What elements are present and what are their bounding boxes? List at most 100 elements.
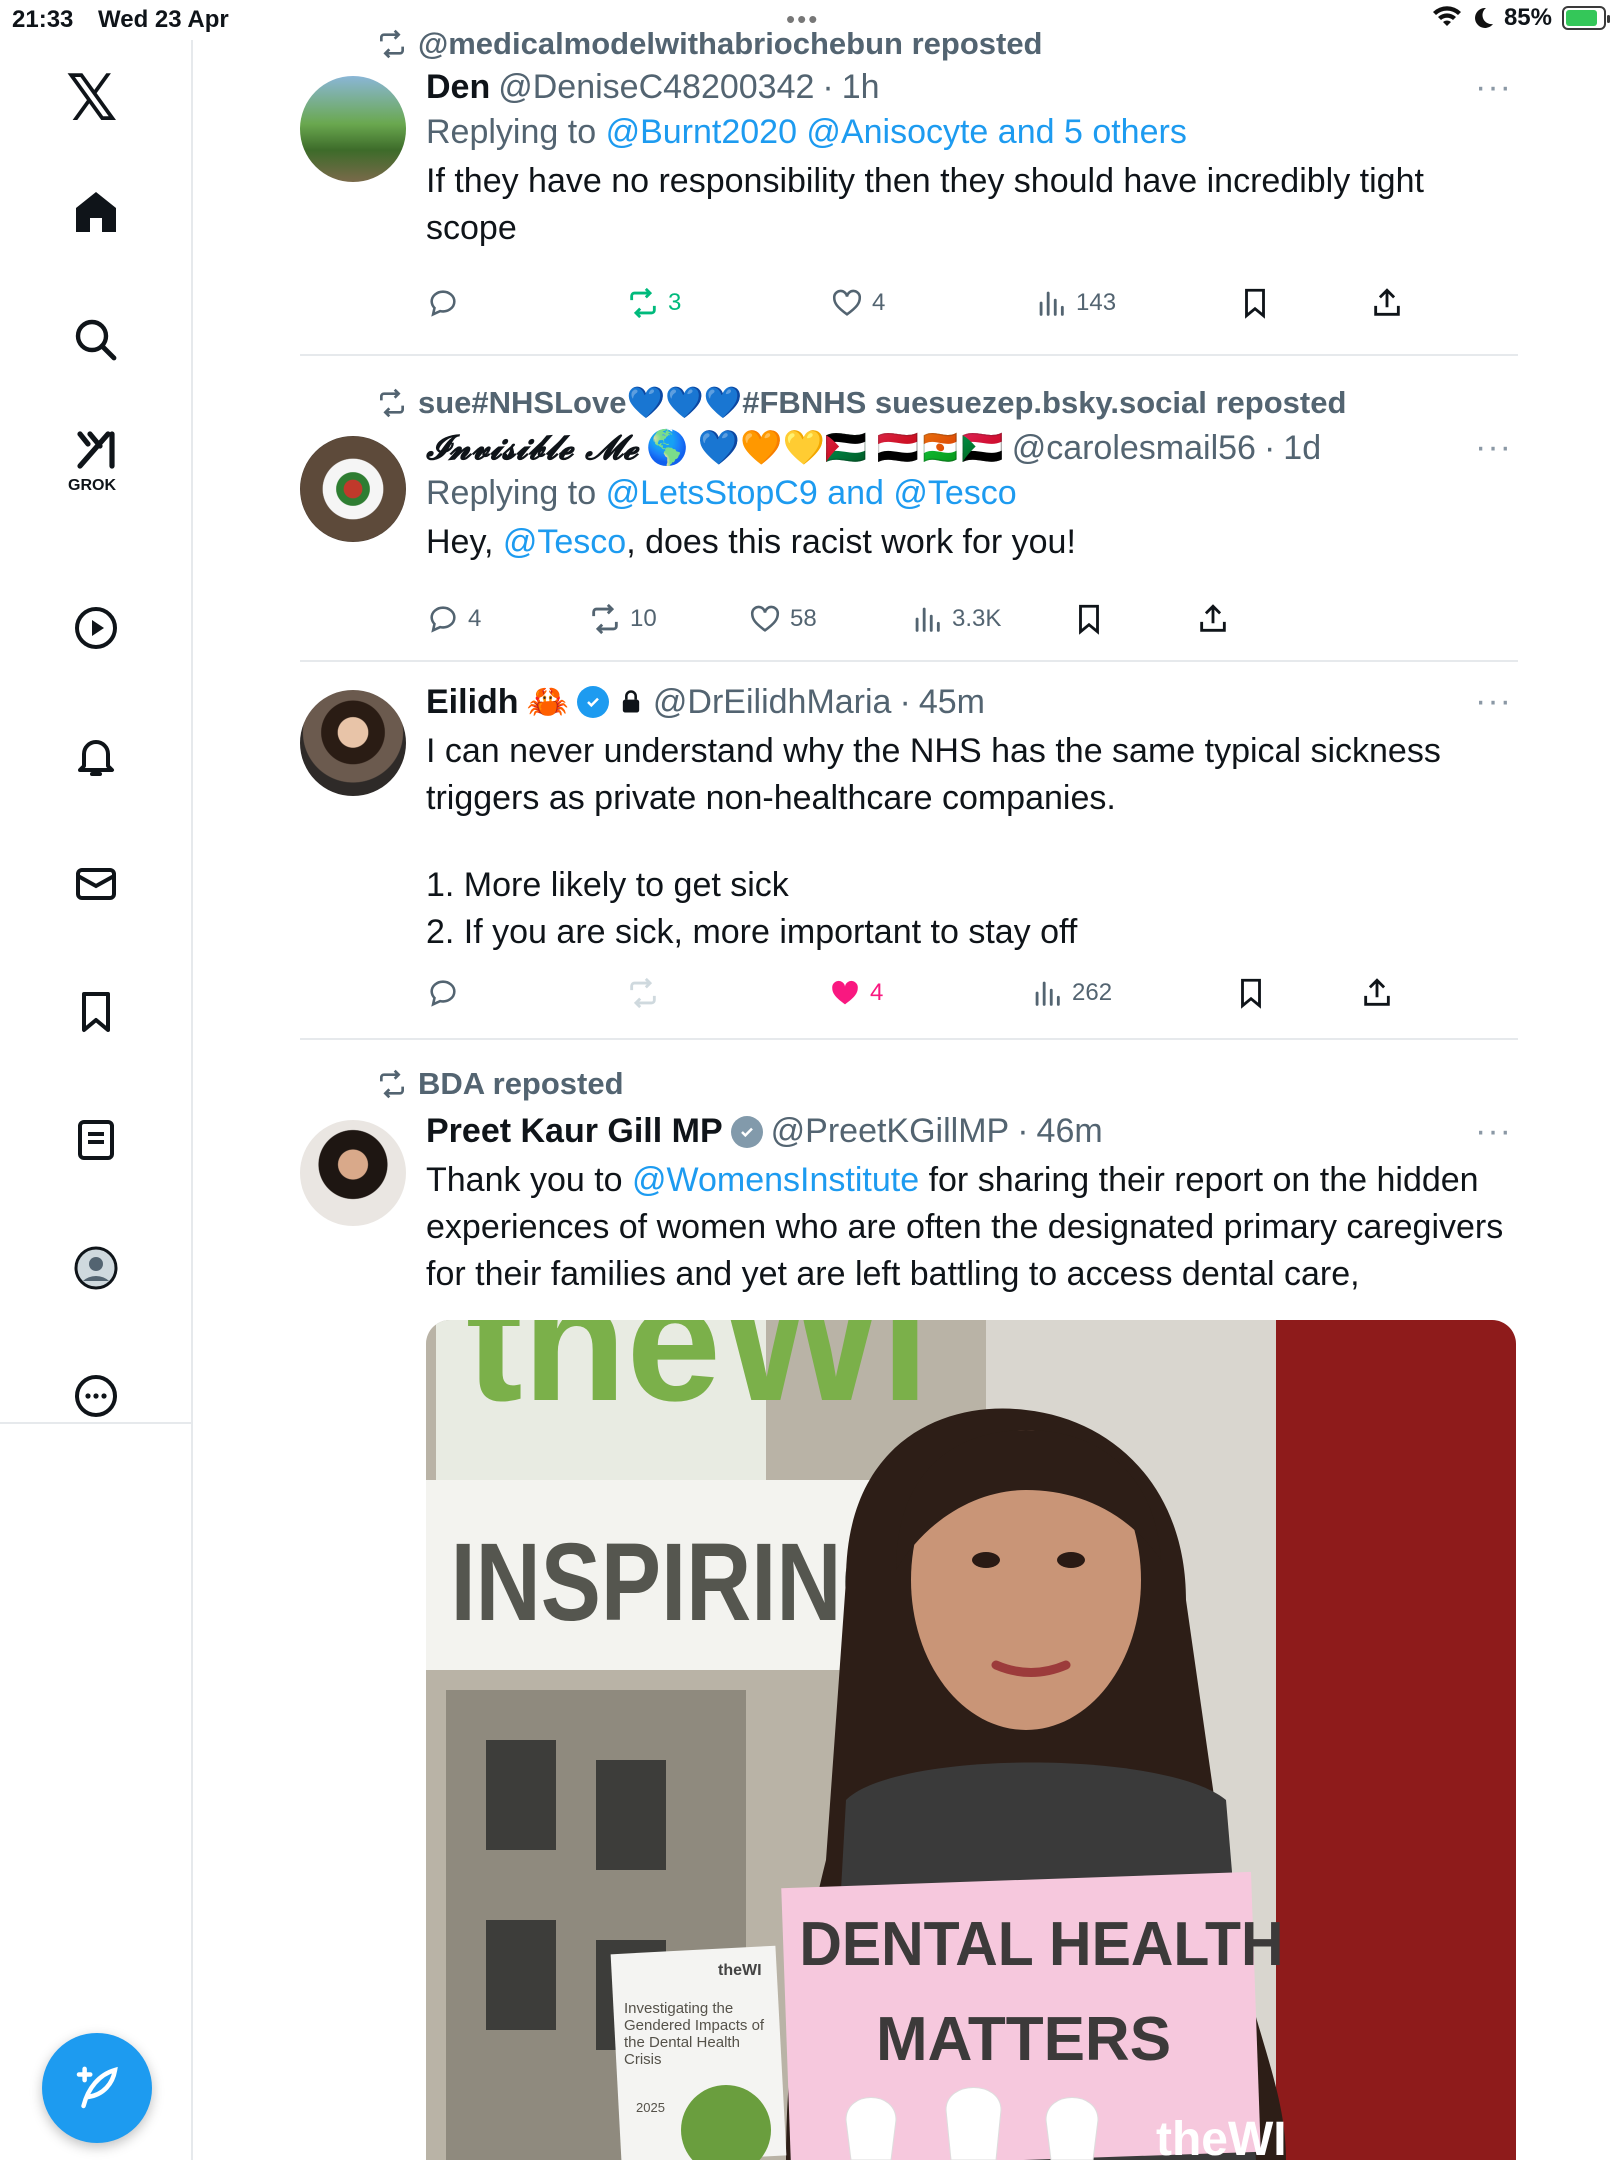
tweet-actions: 4 262 [426, 976, 1516, 1016]
repost-button[interactable]: 10 [588, 602, 657, 636]
avatar[interactable] [300, 1120, 406, 1226]
repost-button[interactable]: 3 [626, 286, 681, 320]
author-name[interactable]: Preet Kaur Gill MP [426, 1112, 723, 1151]
tweet-time[interactable]: 46m [1037, 1112, 1103, 1151]
author-name-emoji: 🦀 [526, 683, 569, 721]
media-photo: theWI INSPIRING W theWI Investigating th… [426, 1320, 1516, 2160]
list-icon[interactable] [66, 1110, 126, 1170]
search-icon[interactable] [66, 310, 126, 370]
mail-icon[interactable] [66, 854, 126, 914]
like-button[interactable]: 58 [748, 602, 817, 636]
x-logo[interactable]: 𝕏 [66, 62, 118, 136]
grok-icon[interactable] [66, 420, 126, 480]
reply-prefix: Replying to [426, 474, 597, 512]
avatar[interactable] [300, 690, 406, 796]
mention-link[interactable]: @WomensInstitute [632, 1161, 919, 1199]
author-name[interactable]: Den [426, 68, 490, 107]
share-button[interactable] [1360, 976, 1394, 1010]
tweet-time[interactable]: 45m [919, 683, 985, 722]
tweet-divider [300, 660, 1518, 662]
separator: · [899, 682, 911, 721]
author-name[interactable]: Eilidh [426, 683, 519, 722]
share-icon [1374, 288, 1400, 316]
tweet-time[interactable]: 1h [842, 68, 880, 107]
repost-icon [630, 287, 656, 319]
reply-to-link[interactable]: @LetsStopC9 and @Tesco [606, 474, 1017, 512]
heart-filled-icon [832, 980, 858, 1005]
repost-icon [380, 29, 404, 59]
repost-by-text[interactable]: sue#NHSLove💙💙💙#FBNHS suesuezep.bsky.soci… [418, 384, 1346, 421]
bookmark-icon[interactable] [66, 982, 126, 1042]
tweet-actions: 3 4 143 [426, 286, 1516, 326]
more-options-icon[interactable]: ··· [1475, 68, 1512, 107]
share-button[interactable] [1196, 602, 1230, 636]
tweet-text: I can never understand why the NHS has t… [426, 728, 1516, 956]
sign-brand: theWI [1156, 2113, 1287, 2160]
share-button[interactable] [1370, 286, 1404, 320]
lock-icon [622, 690, 640, 713]
reply-to-link[interactable]: @Burnt2020 @Anisocyte and 5 others [606, 113, 1187, 151]
reply-button[interactable] [426, 286, 468, 320]
reply-prefix: Replying to [426, 113, 597, 151]
author-handle[interactable]: @DrEilidhMaria [653, 683, 892, 722]
repost-button [626, 976, 668, 1010]
bell-icon[interactable] [66, 726, 126, 786]
moon-icon [1474, 7, 1493, 28]
more-circle-icon[interactable] [66, 1366, 126, 1426]
views-chart-icon [1035, 981, 1060, 1006]
repost-by-text[interactable]: @medicalmodelwithabriochebun reposted [418, 26, 1043, 62]
separator: · [1263, 428, 1276, 467]
repost-by-text[interactable]: BDA reposted [418, 1066, 624, 1102]
reply-button[interactable]: 4 [426, 602, 481, 636]
bookmark-button[interactable] [1234, 976, 1268, 1010]
sign-headline-1: DENTAL HEALTH [799, 1909, 1283, 1979]
heart-icon [750, 605, 780, 632]
bookmark-button[interactable] [1072, 602, 1106, 636]
tweet-text: Thank you to @WomensInstitute for sharin… [426, 1157, 1516, 1298]
author-handle[interactable]: @carolesmail56 [1012, 429, 1256, 468]
tweet-time[interactable]: 1d [1283, 429, 1321, 468]
play-icon[interactable] [66, 598, 126, 658]
sidebar-nav: 𝕏 GROK [0, 40, 193, 2160]
more-options-icon[interactable]: ··· [1475, 1112, 1512, 1151]
author-handle[interactable]: @PreetKGillMP [771, 1112, 1010, 1151]
tweet-media-image[interactable]: theWI INSPIRING W theWI Investigating th… [426, 1320, 1516, 2160]
compose-button[interactable] [42, 2033, 152, 2143]
reply-icon [430, 606, 456, 633]
avatar[interactable] [300, 436, 406, 542]
separator: · [822, 68, 834, 106]
banner-logo-text: theWI [466, 1320, 929, 1437]
share-icon [1364, 978, 1390, 1006]
author-name-emoji: 🌎 💙🧡💛🇵🇸 🇾🇪🇳🇪🇸🇩 [646, 429, 1004, 467]
tweet-actions: 4 10 58 3.3K [426, 602, 1516, 642]
like-button[interactable]: 4 [830, 286, 885, 320]
sidebar-divider [0, 1422, 193, 1424]
views-count: 143 [1076, 289, 1117, 316]
views-count: 262 [1072, 979, 1113, 1006]
mention-link[interactable]: @Tesco [503, 523, 626, 561]
views-chart-icon [915, 607, 940, 632]
views-count: 3.3K [952, 605, 1002, 632]
reply-count: 4 [468, 605, 482, 632]
report-brand: theWI [718, 1962, 762, 1979]
avatar[interactable] [300, 76, 406, 182]
like-count: 4 [872, 289, 886, 316]
views-button[interactable]: 3.3K [910, 602, 1001, 636]
report-cover-title: Investigating the Gendered Impacts of th… [624, 2000, 764, 2068]
author-handle[interactable]: @DeniseC48200342 [498, 68, 814, 107]
repost-context: BDA reposted [376, 1066, 624, 1102]
status-date: Wed 23 Apr [98, 6, 229, 33]
more-options-icon[interactable]: ··· [1475, 682, 1512, 721]
bookmark-button[interactable] [1238, 286, 1272, 320]
views-button[interactable]: 262 [1030, 976, 1112, 1010]
compose-feather-icon [76, 2066, 118, 2109]
tweet[interactable]: BDA reposted Preet Kaur Gill MP @PreetKG… [300, 1044, 1518, 2160]
views-button[interactable]: 143 [1034, 286, 1116, 320]
more-options-icon[interactable]: ··· [1475, 428, 1512, 467]
home-icon[interactable] [66, 182, 126, 242]
reply-button[interactable] [426, 976, 468, 1010]
tweet-text-part: Hey, [426, 523, 503, 561]
profile-icon[interactable] [66, 1238, 126, 1298]
like-button[interactable]: 4 [828, 976, 883, 1010]
author-name[interactable]: 𝓘𝓷𝓿𝓲𝓼𝓲𝓫𝓵𝓮 𝓜𝓮 [426, 428, 638, 468]
